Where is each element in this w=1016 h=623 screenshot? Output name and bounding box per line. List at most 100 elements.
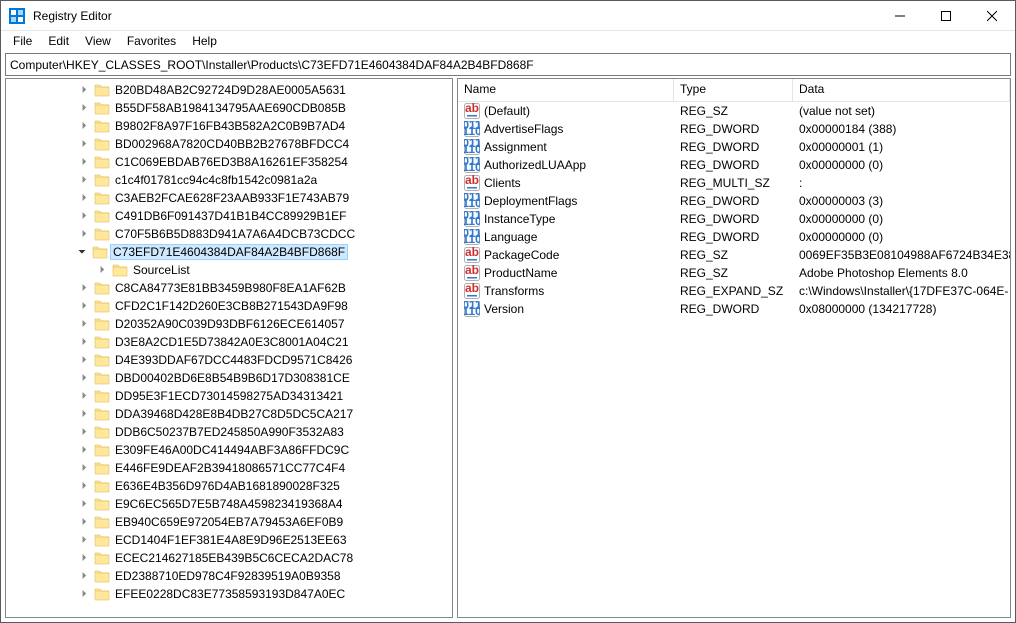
- tree-item[interactable]: ⏵DDA39468D428E8B4DB27C8D5DC5CA217: [6, 405, 452, 423]
- tree-item[interactable]: ⏵B9802F8A97F16FB43B582A2C0B9B7AD4: [6, 117, 452, 135]
- chevron-right-icon[interactable]: ⏵: [76, 337, 92, 348]
- value-row[interactable]: DeploymentFlagsREG_DWORD0x00000003 (3): [458, 192, 1010, 210]
- tree-item[interactable]: ⏵E309FE46A00DC414494ABF3A86FFDC9C: [6, 441, 452, 459]
- tree-item[interactable]: ⏵B55DF58AB1984134795AAE690CDB085B: [6, 99, 452, 117]
- tree-item[interactable]: ⏵ C3AEB2FCAE628F23AAB933F1E743AB79: [6, 189, 452, 207]
- minimize-button[interactable]: [877, 1, 923, 31]
- chevron-right-icon[interactable]: ⏵: [76, 229, 92, 240]
- chevron-right-icon[interactable]: ⏵: [76, 553, 92, 564]
- tree-item[interactable]: ⏵E636E4B356D976D4AB1681890028F325: [6, 477, 452, 495]
- tree-item[interactable]: ⏵DBD00402BD6E8B54B9B6D17D308381CE: [6, 369, 452, 387]
- tree-item[interactable]: ⏵ECD1404F1EF381E4A8E9D96E2513EE63: [6, 531, 452, 549]
- value-row[interactable]: (Default)REG_SZ(value not set): [458, 102, 1010, 120]
- value-row[interactable]: VersionREG_DWORD0x08000000 (134217728): [458, 300, 1010, 318]
- chevron-right-icon[interactable]: ⏵: [76, 85, 92, 96]
- binary-value-icon: [464, 211, 480, 227]
- tree-item[interactable]: ⏵BD002968A7820CD40BB2B27678BFDCC4: [6, 135, 452, 153]
- chevron-right-icon[interactable]: ⏵: [76, 463, 92, 474]
- tree-item[interactable]: ⏵C8CA84773E81BB3459B980F8EA1AF62B: [6, 279, 452, 297]
- tree-scroll[interactable]: ⏵B20BD48AB2C92724D9D28AE0005A5631⏵B55DF5…: [6, 79, 452, 617]
- folder-icon: [94, 208, 110, 224]
- folder-icon: [92, 244, 108, 260]
- chevron-right-icon[interactable]: ⏵: [76, 373, 92, 384]
- chevron-right-icon[interactable]: ⏵: [76, 571, 92, 582]
- value-data: 0x00000001 (1): [793, 140, 1010, 154]
- address-bar[interactable]: Computer\HKEY_CLASSES_ROOT\Installer\Pro…: [5, 53, 1011, 76]
- tree-item[interactable]: ⏵EFEE0228DC83E77358593193D847A0EC: [6, 585, 452, 603]
- value-row[interactable]: TransformsREG_EXPAND_SZc:\Windows\Instal…: [458, 282, 1010, 300]
- chevron-right-icon[interactable]: ⏵: [76, 499, 92, 510]
- chevron-right-icon[interactable]: ⏵: [76, 121, 92, 132]
- menu-help[interactable]: Help: [184, 32, 225, 50]
- tree-item-label: DDB6C50237B7ED245850A990F3532A83: [112, 424, 347, 440]
- chevron-right-icon[interactable]: ⏵: [76, 283, 92, 294]
- value-row[interactable]: PackageCodeREG_SZ0069EF35B3E08104988AF67…: [458, 246, 1010, 264]
- tree-item-label: C1C069EBDAB76ED3B8A16261EF358254: [112, 154, 351, 170]
- tree-item[interactable]: ⏵D3E8A2CD1E5D73842A0E3C8001A04C21: [6, 333, 452, 351]
- tree-item[interactable]: ⏵E446FE9DEAF2B39418086571CC77C4F4: [6, 459, 452, 477]
- tree-item[interactable]: ⏵CFD2C1F142D260E3CB8B271543DA9F98: [6, 297, 452, 315]
- header-data[interactable]: Data: [793, 79, 1010, 101]
- menu-bar: File Edit View Favorites Help: [1, 31, 1015, 51]
- chevron-right-icon[interactable]: ⏵: [76, 481, 92, 492]
- value-data: c:\Windows\Installer\{17DFE37C-064E-: [793, 284, 1010, 298]
- value-row[interactable]: AuthorizedLUAAppREG_DWORD0x00000000 (0): [458, 156, 1010, 174]
- chevron-down-icon[interactable]: ⏷: [74, 247, 90, 258]
- tree-item[interactable]: ⏵DD95E3F1ECD73014598275AD34313421: [6, 387, 452, 405]
- header-type[interactable]: Type: [674, 79, 793, 101]
- chevron-right-icon[interactable]: ⏵: [76, 427, 92, 438]
- tree-item[interactable]: ⏵SourceList: [6, 261, 452, 279]
- folder-icon: [94, 136, 110, 152]
- tree-item[interactable]: ⏵ E9C6EC565D7E5B748A459823419368A4: [6, 495, 452, 513]
- chevron-right-icon[interactable]: ⏵: [76, 103, 92, 114]
- close-button[interactable]: [969, 1, 1015, 31]
- chevron-right-icon[interactable]: ⏵: [76, 445, 92, 456]
- chevron-right-icon[interactable]: ⏵: [76, 517, 92, 528]
- list-header: Name Type Data: [458, 79, 1010, 102]
- tree-item[interactable]: ⏵ED2388710ED978C4F92839519A0B9358: [6, 567, 452, 585]
- menu-file[interactable]: File: [5, 32, 40, 50]
- menu-favorites[interactable]: Favorites: [119, 32, 184, 50]
- value-row[interactable]: AdvertiseFlagsREG_DWORD0x00000184 (388): [458, 120, 1010, 138]
- tree-item[interactable]: ⏵ c1c4f01781cc94c4c8fb1542c0981a2a: [6, 171, 452, 189]
- tree-item[interactable]: ⏵C491DB6F091437D41B1B4CC89929B1EF: [6, 207, 452, 225]
- menu-edit[interactable]: Edit: [40, 32, 77, 50]
- tree-item[interactable]: ⏷C73EFD71E4604384DAF84A2B4BFD868F: [6, 243, 452, 261]
- tree-item[interactable]: ⏵ECEC214627185EB439B5C6CECA2DAC78: [6, 549, 452, 567]
- folder-icon: [94, 100, 110, 116]
- value-name: DeploymentFlags: [484, 194, 577, 208]
- chevron-right-icon[interactable]: ⏵: [94, 265, 110, 276]
- chevron-right-icon[interactable]: ⏵: [76, 589, 92, 600]
- tree-item[interactable]: ⏵ DDB6C50237B7ED245850A990F3532A83: [6, 423, 452, 441]
- chevron-right-icon[interactable]: ⏵: [76, 391, 92, 402]
- chevron-right-icon[interactable]: ⏵: [76, 193, 92, 204]
- tree-item-label: E9C6EC565D7E5B748A459823419368A4: [112, 496, 346, 512]
- tree-item[interactable]: ⏵EB940C659E972054EB7A79453A6EF0B9: [6, 513, 452, 531]
- chevron-right-icon[interactable]: ⏵: [76, 409, 92, 420]
- chevron-right-icon[interactable]: ⏵: [76, 301, 92, 312]
- chevron-right-icon[interactable]: ⏵: [76, 139, 92, 150]
- chevron-right-icon[interactable]: ⏵: [76, 175, 92, 186]
- folder-icon: [94, 316, 110, 332]
- value-row[interactable]: AssignmentREG_DWORD0x00000001 (1): [458, 138, 1010, 156]
- chevron-right-icon[interactable]: ⏵: [76, 211, 92, 222]
- list-scroll[interactable]: (Default)REG_SZ(value not set)AdvertiseF…: [458, 102, 1010, 617]
- header-name[interactable]: Name: [458, 79, 674, 101]
- tree-item[interactable]: ⏵ C1C069EBDAB76ED3B8A16261EF358254: [6, 153, 452, 171]
- tree-item[interactable]: ⏵C70F5B6B5D883D941A7A6A4DCB73CDCC: [6, 225, 452, 243]
- value-row[interactable]: InstanceTypeREG_DWORD0x00000000 (0): [458, 210, 1010, 228]
- tree-item[interactable]: ⏵D4E393DDAF67DCC4483FDCD9571C8426: [6, 351, 452, 369]
- chevron-right-icon[interactable]: ⏵: [76, 535, 92, 546]
- value-row[interactable]: LanguageREG_DWORD0x00000000 (0): [458, 228, 1010, 246]
- tree-item-label: C3AEB2FCAE628F23AAB933F1E743AB79: [112, 190, 352, 206]
- chevron-right-icon[interactable]: ⏵: [76, 355, 92, 366]
- value-row[interactable]: ProductNameREG_SZAdobe Photoshop Element…: [458, 264, 1010, 282]
- tree-item[interactable]: ⏵B20BD48AB2C92724D9D28AE0005A5631: [6, 81, 452, 99]
- menu-view[interactable]: View: [77, 32, 119, 50]
- chevron-right-icon[interactable]: ⏵: [76, 319, 92, 330]
- value-row[interactable]: ClientsREG_MULTI_SZ:: [458, 174, 1010, 192]
- chevron-right-icon[interactable]: ⏵: [76, 157, 92, 168]
- tree-item[interactable]: ⏵D20352A90C039D93DBF6126ECE614057: [6, 315, 452, 333]
- tree-item-label: c1c4f01781cc94c4c8fb1542c0981a2a: [112, 172, 320, 188]
- maximize-button[interactable]: [923, 1, 969, 31]
